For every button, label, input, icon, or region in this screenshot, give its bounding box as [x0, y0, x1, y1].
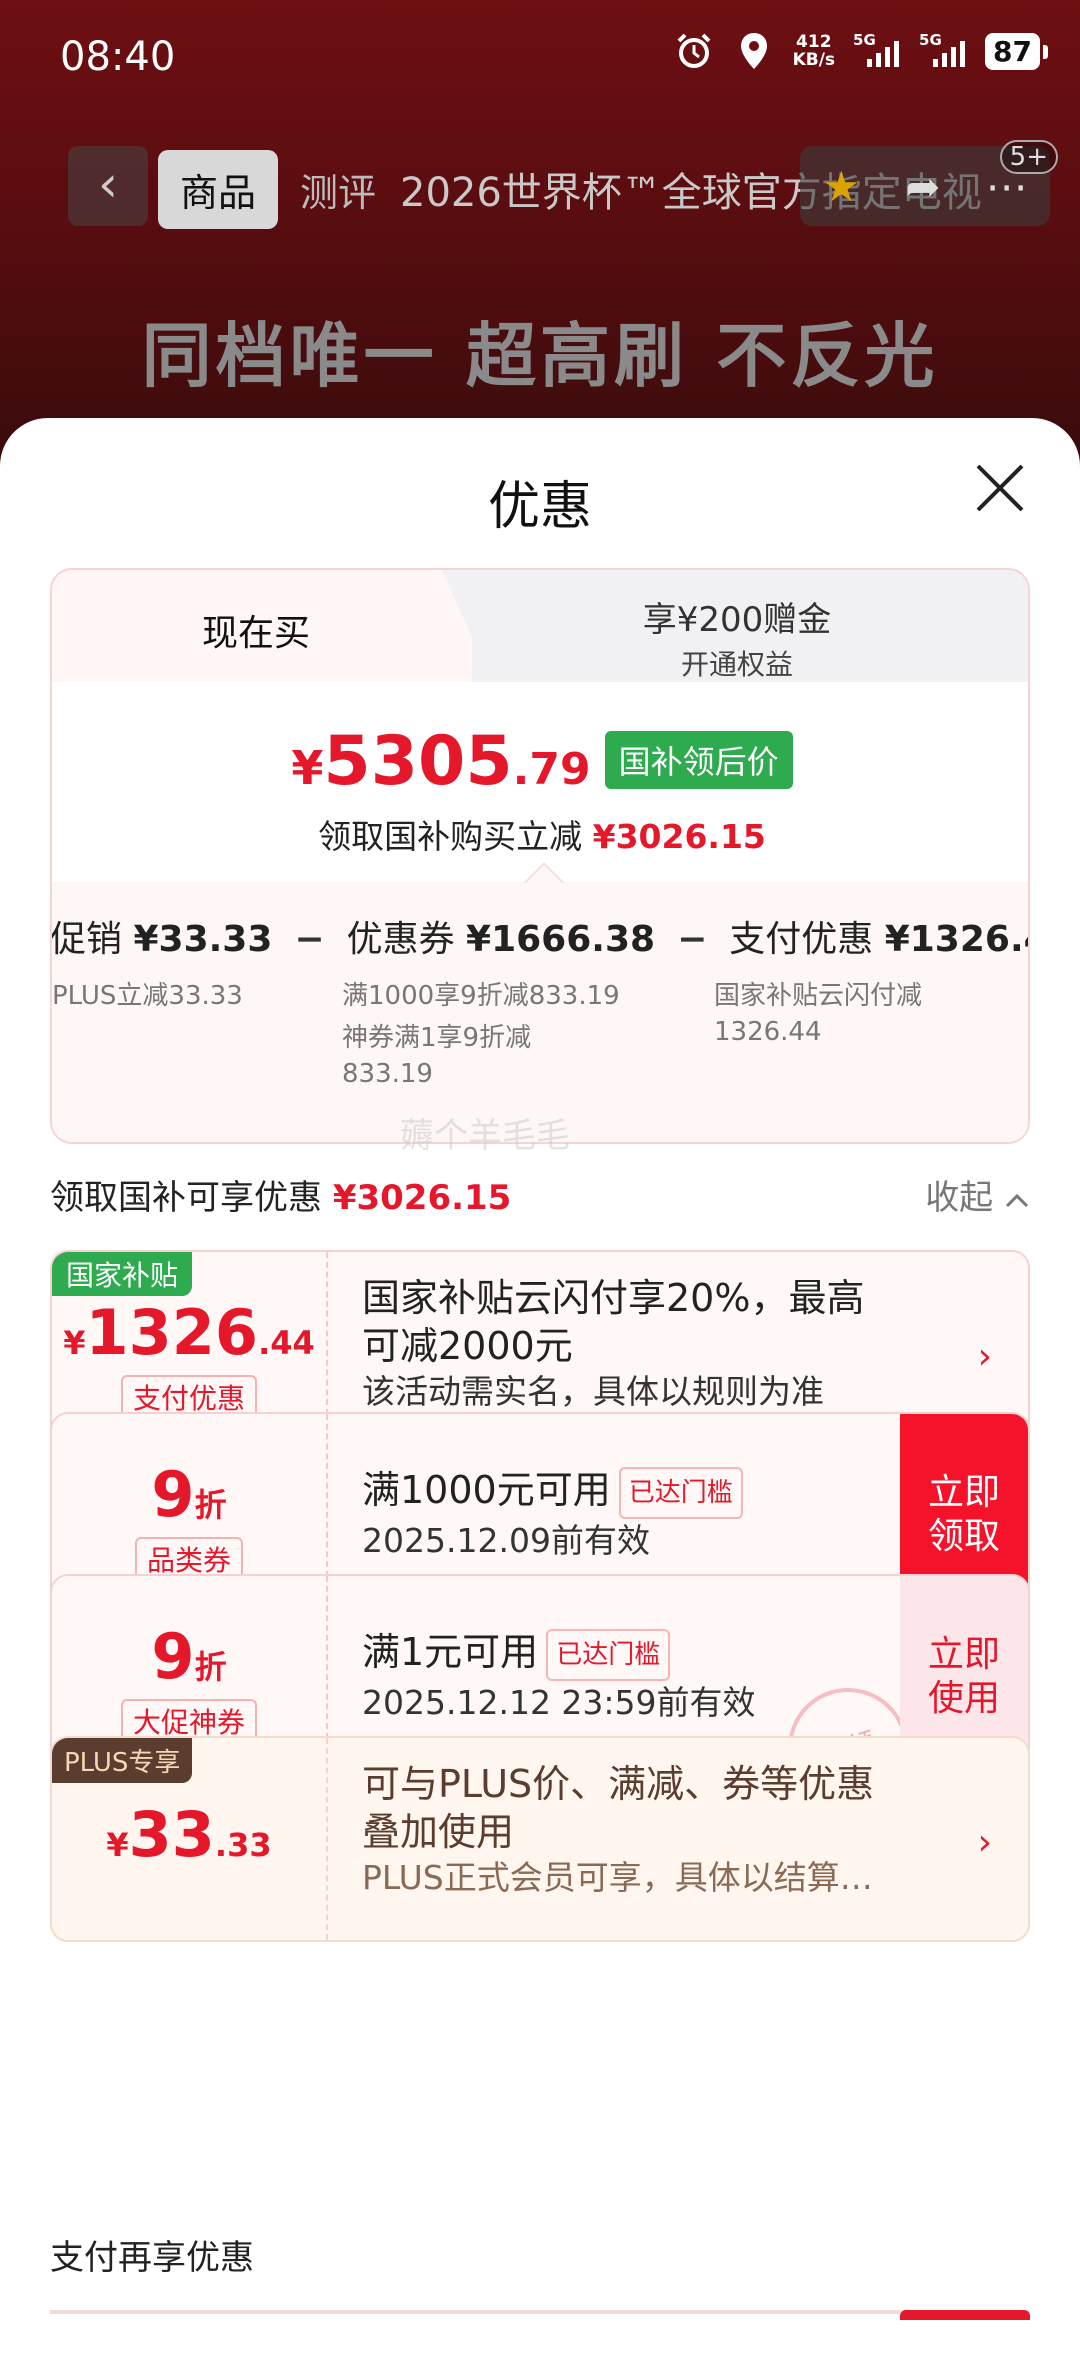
favorite-star-icon[interactable]: ★	[823, 162, 861, 211]
tab-membership[interactable]: 享¥200赠金 开通权益	[442, 570, 1028, 682]
watermark: 薅个羊毛毛	[400, 1116, 570, 1156]
coupon-amount: ¥33.33	[106, 1798, 272, 1871]
collapse-button[interactable]: 收起	[925, 1170, 1030, 1219]
pay-section-button-edge	[900, 2310, 1030, 2320]
final-price-row: ¥5305.79 国补领后价	[52, 722, 1028, 801]
coupon-body: 国家补贴云闪付享20%，最高 可减2000元 该活动需实名，具体以规则为准	[362, 1276, 865, 1411]
coupon-detail: 满1000享9折减833.19 神券满1享9折减 833.19	[342, 981, 620, 1089]
coupon-body: 可与PLUS价、满减、券等优惠 叠加使用 PLUS正式会员可享，具体以结算…	[362, 1762, 875, 1897]
network-speed: 412 KB/s	[792, 32, 836, 70]
chevron-right-icon: ›	[977, 1822, 992, 1863]
status-icons: 412 KB/s 5G 5G 87	[673, 30, 1048, 72]
hero-banner-text: 同档唯一 超高刷 不反光	[141, 315, 939, 397]
close-icon[interactable]	[970, 458, 1030, 518]
final-price: ¥5305.79	[291, 722, 591, 801]
product-navbar: ‹ 商品 测评 2026世界杯™全球官方指定电视 ★ ➦ ⋯ 5+	[40, 140, 1058, 229]
back-button[interactable]: ‹	[68, 146, 148, 226]
section-heading: 领取国补可享优惠 ¥3026.15	[50, 1178, 512, 1218]
alarm-icon	[673, 30, 715, 72]
signal-1-icon: 5G	[853, 31, 901, 71]
tab-buy-now[interactable]: 现在买	[52, 570, 472, 682]
share-icon[interactable]: ➦	[905, 162, 940, 211]
battery-indicator: 87	[985, 32, 1048, 70]
subsidy-summary: 领取国补购买立减 ¥3026.15	[318, 817, 766, 856]
tab-product[interactable]: 商品	[158, 150, 279, 229]
price-summary-card: 享¥200赠金 开通权益 现在买 ¥5305.79 国补领后价 领取国补购买立减…	[50, 568, 1030, 1144]
sheet-title: 优惠	[487, 477, 592, 537]
subsidy-price-tag: 国补领后价	[604, 731, 793, 789]
pay-detail: 国家补贴云闪付减 1326.44	[714, 981, 923, 1047]
status-time: 08:40	[60, 34, 176, 80]
pay-section-card-edge	[50, 2310, 1030, 2314]
coupon-body: 满1000元可用 已达门槛 2025.12.09前有效	[362, 1466, 948, 1563]
coupon-card-plus[interactable]: PLUS专享 ¥33.33 可与PLUS价、满减、券等优惠 叠加使用 PLUS正…	[50, 1736, 1030, 1942]
chevron-up-icon	[1005, 1193, 1029, 1208]
tab-review[interactable]: 测评	[278, 150, 398, 229]
message-badge: 5+	[999, 140, 1058, 174]
chevron-right-icon: ›	[977, 1336, 992, 1377]
pay-section-heading: 支付再享优惠	[50, 2238, 254, 2278]
promo-detail: PLUS立减33.33	[52, 981, 243, 1011]
discount-sheet: 优惠 享¥200赠金 开通权益 现在买 ¥5305.79 国补领后价 领取国补购…	[0, 418, 1080, 2376]
discount-breakdown: 促销 ¥33.33−优惠券 ¥1666.38−支付优惠 ¥1326.44	[50, 919, 1028, 960]
price-details: ¥5305.79 国补领后价 领取国补购买立减 ¥3026.15 促销 ¥33.…	[50, 682, 1028, 1142]
signal-2-icon: 5G	[919, 31, 967, 71]
product-tabs: 商品 测评	[158, 150, 398, 229]
location-icon	[733, 30, 775, 72]
